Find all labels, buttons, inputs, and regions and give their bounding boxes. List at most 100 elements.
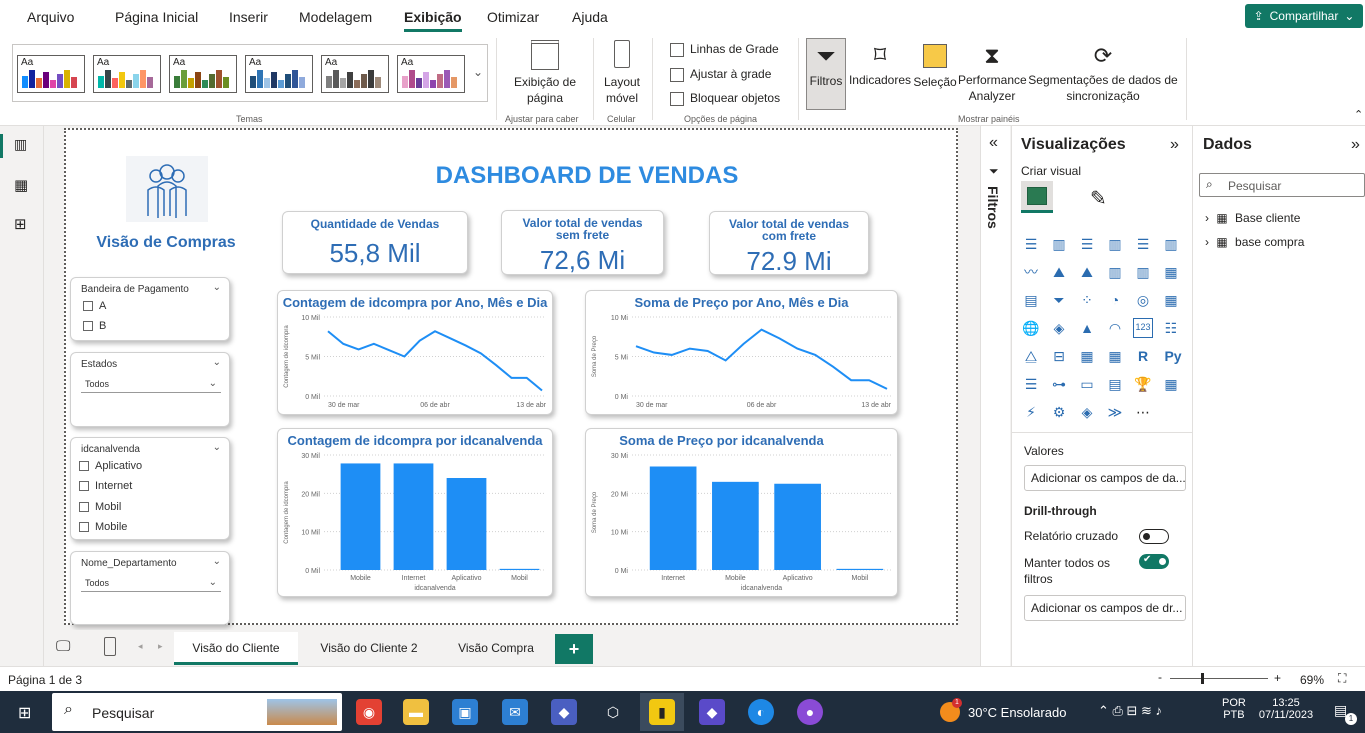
prev-page-icon[interactable]: ◂ — [138, 641, 143, 652]
kpi-icon[interactable]: ⧋ — [1021, 346, 1041, 366]
line-column-icon[interactable]: ▥ — [1105, 262, 1125, 282]
mail-icon[interactable]: ✉ — [502, 699, 528, 725]
clustered-column-icon[interactable]: ▥ — [1105, 234, 1125, 254]
slicer-option[interactable]: Internet — [79, 480, 132, 492]
drill-field-well[interactable]: Adicionar os campos de dr... — [1024, 595, 1186, 621]
fit-page-icon[interactable]: ⛶ — [1338, 671, 1346, 686]
theme-2[interactable]: Aa — [93, 55, 161, 93]
visual-studio-icon[interactable]: ◆ — [699, 699, 725, 725]
line-chart-contagem[interactable]: Contagem de idcompra por Ano, Mês e Dia … — [277, 290, 553, 415]
r-visual-icon[interactable]: R — [1133, 346, 1153, 366]
clock[interactable]: 13:25 07/11/2023 — [1256, 697, 1316, 721]
stacked-area-icon[interactable]: ⛰ — [1077, 262, 1097, 282]
tab-visao-compra[interactable]: Visão Compra — [440, 632, 552, 665]
zoom-in-button[interactable]: + — [1274, 671, 1281, 685]
slicer-dropdown[interactable]: Todos ⌄ — [81, 576, 221, 592]
line-chart-icon[interactable]: 〰 — [1021, 262, 1041, 282]
taskbar-search[interactable]: ⌕ Pesquisar — [52, 693, 342, 731]
checkbox[interactable] — [670, 91, 684, 106]
keep-filters-toggle[interactable]: ✔ — [1139, 554, 1169, 569]
paginated-report-icon[interactable]: ▦ — [1161, 374, 1181, 394]
chevron-down-icon[interactable]: ⌄ — [213, 556, 221, 567]
menu-otimizar[interactable]: Otimizar — [487, 9, 539, 25]
goals-icon[interactable]: 🏆 — [1133, 374, 1153, 394]
file-explorer-icon[interactable]: ▬ — [403, 699, 429, 725]
table-icon[interactable]: ▦ — [1077, 346, 1097, 366]
menu-inserir[interactable]: Inserir — [229, 9, 268, 25]
azure-map-icon[interactable]: ▲ — [1077, 318, 1097, 338]
menu-modelagem[interactable]: Modelagem — [299, 9, 372, 25]
phone-view-icon[interactable] — [104, 637, 116, 656]
slicer-option[interactable]: Aplicativo — [79, 460, 142, 472]
tab-visao-do-cliente[interactable]: Visão do Cliente — [174, 632, 298, 665]
area-chart-icon[interactable]: ⛰ — [1049, 262, 1069, 282]
mobile-layout-button[interactable]: Layout móvel — [600, 40, 644, 106]
theme-3[interactable]: Aa — [169, 55, 237, 93]
table-item-base-cliente[interactable]: › ▦ Base cliente — [1205, 211, 1300, 225]
bar-chart-contagem[interactable]: Contagem de idcompra por idcanalvenda 0 … — [277, 428, 553, 597]
theme-6[interactable]: Aa — [397, 55, 465, 93]
desktop-view-icon[interactable]: 🖵 — [56, 638, 70, 655]
diamond-visual-icon[interactable]: ◈ — [1077, 402, 1097, 422]
data-search-input[interactable]: ⌕ Pesquisar — [1199, 173, 1365, 197]
chevron-down-icon[interactable]: ⌄ — [213, 282, 221, 293]
theme-5[interactable]: Aa — [321, 55, 389, 93]
more-visuals-icon[interactable]: ⋯ — [1133, 402, 1153, 422]
copilot-icon[interactable]: ◆ — [551, 699, 577, 725]
filters-pane-button[interactable]: ⏷ Filtros — [806, 38, 846, 110]
next-page-icon[interactable]: ▸ — [158, 641, 163, 652]
option-gridlines[interactable]: Linhas de Grade — [670, 42, 779, 57]
python-visual-icon[interactable]: Py — [1161, 346, 1185, 366]
values-field-well[interactable]: Adicionar os campos de da... — [1024, 465, 1186, 491]
checkbox[interactable] — [79, 522, 89, 533]
slicer-bandeira[interactable]: Bandeira de Pagamento ⌄ A B — [70, 277, 230, 341]
option-lock[interactable]: Bloquear objetos — [670, 91, 780, 106]
checkbox[interactable] — [79, 481, 89, 492]
collapse-data-icon[interactable]: » — [1351, 136, 1360, 154]
card-icon[interactable]: 123 — [1133, 318, 1153, 338]
donut-icon[interactable]: ◎ — [1133, 290, 1153, 310]
edge-icon[interactable]: ◐ — [748, 699, 774, 725]
performance-analyzer-button[interactable]: ⧗ Performance Analyzer — [958, 40, 1027, 104]
store-icon[interactable]: ▣ — [452, 699, 478, 725]
menu-exibicao[interactable]: Exibição — [404, 9, 462, 32]
ribbon-chart-icon[interactable]: ▦ — [1161, 262, 1181, 282]
menu-ajuda[interactable]: Ajuda — [572, 9, 608, 25]
chrome-icon[interactable]: ◉ — [356, 699, 382, 725]
chevron-down-icon[interactable]: ⌄ — [213, 357, 221, 368]
checkbox[interactable] — [670, 67, 684, 82]
build-visual-tab[interactable] — [1021, 181, 1053, 213]
model-view-icon[interactable]: ⊞ — [14, 215, 27, 233]
format-visual-icon[interactable]: ✎ — [1090, 186, 1107, 211]
checkbox[interactable] — [79, 502, 89, 513]
box-app-icon[interactable]: ⬡ — [600, 699, 626, 725]
gauge-icon[interactable]: ◠ — [1105, 318, 1125, 338]
power-automate-icon[interactable]: ⚙ — [1049, 402, 1069, 422]
map-icon[interactable]: 🌐 — [1021, 318, 1041, 338]
kpi-card[interactable]: Quantidade de Vendas 55,8 Mil — [282, 211, 468, 274]
power-apps-icon[interactable]: ⚡ — [1021, 402, 1041, 422]
theme-1[interactable]: Aa — [17, 55, 85, 93]
smart-narrative-icon[interactable]: ≫ — [1105, 402, 1125, 422]
slicer-estados[interactable]: Estados ⌄ Todos ⌄ — [70, 352, 230, 427]
stacked-column-icon[interactable]: ▥ — [1049, 234, 1069, 254]
kpi-card[interactable]: Valor total de vendas sem frete 72,6 Mi — [501, 210, 664, 275]
decomposition-tree-icon[interactable]: ⊶ — [1049, 374, 1069, 394]
scatter-icon[interactable]: ⁘ — [1077, 290, 1097, 310]
line-stacked-column-icon[interactable]: ▥ — [1133, 262, 1153, 282]
narrative-icon[interactable]: ▤ — [1105, 374, 1125, 394]
zoom-out-button[interactable]: - — [1158, 670, 1162, 684]
theme-4[interactable]: Aa — [245, 55, 313, 93]
slicer-dropdown[interactable]: Todos ⌄ — [81, 377, 221, 393]
checkbox[interactable] — [670, 42, 684, 57]
qa-icon[interactable]: ▭ — [1077, 374, 1097, 394]
option-snap[interactable]: Ajustar à grade — [670, 67, 771, 82]
zoom-slider-thumb[interactable] — [1201, 673, 1204, 684]
slicer-icon[interactable]: ⊟ — [1049, 346, 1069, 366]
100-column-icon[interactable]: ▥ — [1161, 234, 1181, 254]
slicer-option[interactable]: B — [83, 320, 106, 332]
treemap-icon[interactable]: ▦ — [1161, 290, 1181, 310]
powerbi-taskbar-item[interactable]: ▮ — [640, 693, 684, 731]
github-icon[interactable]: ● — [797, 699, 823, 725]
tray-icons[interactable]: ⌃ ⎙ ⊟ ≋ ♪ — [1098, 703, 1162, 719]
